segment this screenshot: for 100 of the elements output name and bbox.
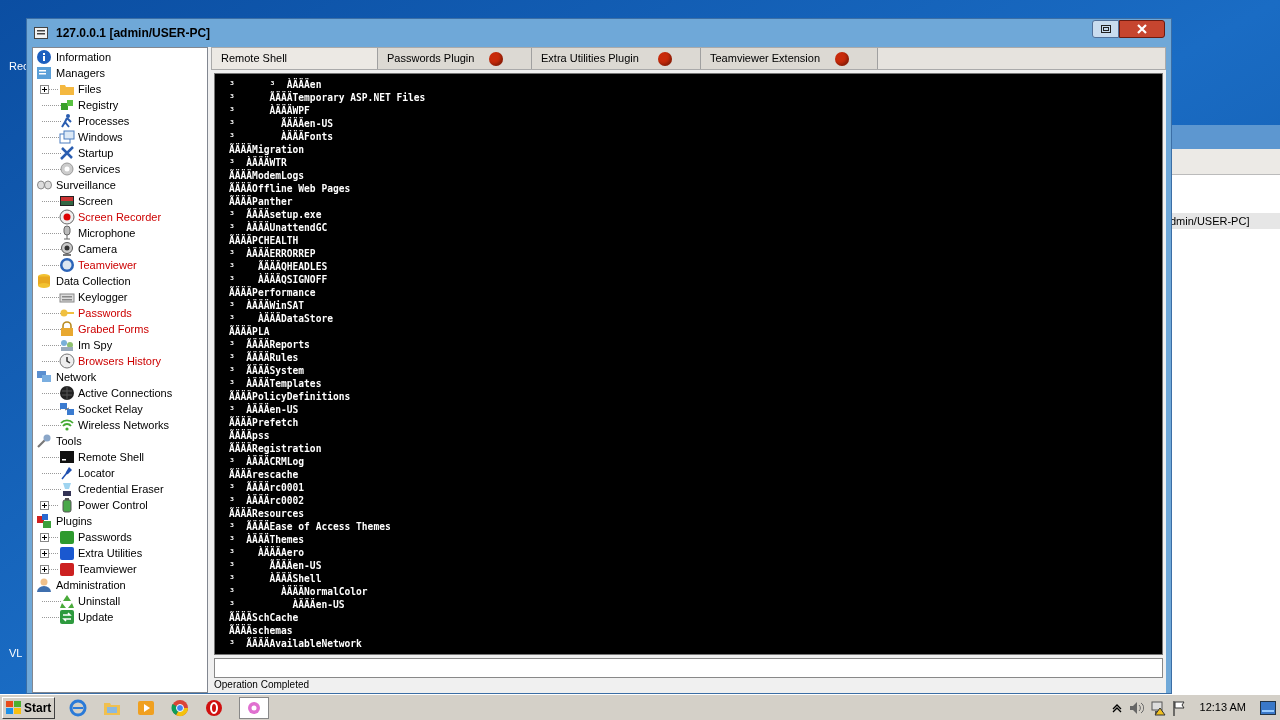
console-line: ÃÄÄÄOffline Web Pages bbox=[229, 182, 352, 195]
tree-item[interactable]: Microphone bbox=[78, 224, 136, 242]
tree-item[interactable]: Active Connections bbox=[78, 384, 173, 402]
expand-icon[interactable] bbox=[40, 84, 49, 94]
tree-item[interactable]: Passwords bbox=[78, 304, 132, 322]
eyes-icon bbox=[36, 177, 52, 193]
tree-item[interactable]: Files bbox=[78, 80, 102, 98]
tree-item[interactable]: Processes bbox=[78, 112, 130, 130]
chrome-icon[interactable] bbox=[171, 698, 190, 717]
console-line: ÃÄÄÄschemas bbox=[229, 624, 294, 637]
console-line: ³ ³ ÀÄÄÄen bbox=[229, 78, 323, 91]
tree-item[interactable]: Grabed Forms bbox=[78, 320, 149, 338]
opera-icon[interactable] bbox=[205, 698, 224, 717]
console-line: ³ ÃÄÄÄEase of Access Themes bbox=[229, 520, 392, 533]
tab[interactable]: Teamviewer Extension bbox=[701, 48, 878, 69]
tree-item[interactable]: Camera bbox=[78, 240, 118, 258]
clock-icon bbox=[59, 353, 75, 369]
close-button[interactable] bbox=[1119, 20, 1165, 38]
expand-icon[interactable] bbox=[40, 532, 49, 542]
taskbar-app-button[interactable] bbox=[239, 696, 270, 719]
expand-icon[interactable] bbox=[40, 548, 49, 558]
tree-item[interactable]: Keylogger bbox=[78, 288, 128, 306]
console-line: ³ ÀÄÄÄDataStore bbox=[229, 312, 334, 325]
console-line: ³ ÃÄÄÄsetup.exe bbox=[229, 208, 323, 221]
update-icon bbox=[59, 609, 75, 625]
console-line: ÃÄÄÄpss bbox=[229, 429, 271, 442]
tab[interactable]: Remote Shell bbox=[212, 48, 378, 69]
restore-button[interactable] bbox=[1092, 20, 1119, 38]
tree-item[interactable]: Windows bbox=[78, 128, 123, 146]
network-warning-icon[interactable] bbox=[1149, 699, 1166, 716]
tree-item[interactable]: Browsers History bbox=[78, 352, 162, 370]
clock[interactable]: 12:13 AM bbox=[1199, 699, 1246, 716]
tree-item[interactable]: Update bbox=[78, 608, 114, 626]
tree-item[interactable]: Remote Shell bbox=[78, 448, 145, 466]
tree-item[interactable]: Socket Relay bbox=[78, 400, 143, 418]
console-line: ³ ÀÄÄÄCRMLog bbox=[229, 455, 306, 468]
tree-item[interactable]: Locator bbox=[78, 464, 115, 482]
console-line: ³ ÀÄÄÄen-US bbox=[229, 403, 300, 416]
tree-item[interactable]: Credential Eraser bbox=[78, 480, 164, 498]
console-line: ÃÄÄÄPolicyDefinitions bbox=[229, 390, 352, 403]
square-icon bbox=[59, 545, 75, 561]
webcam-icon bbox=[59, 241, 75, 257]
square-icon bbox=[59, 561, 75, 577]
wifi-icon bbox=[59, 417, 75, 433]
expand-icon[interactable] bbox=[40, 500, 49, 510]
tree-item[interactable]: Registry bbox=[78, 96, 119, 114]
flag-icon[interactable] bbox=[1171, 699, 1186, 716]
tree-item[interactable]: Power Control bbox=[78, 496, 148, 514]
restore-icon bbox=[1100, 25, 1111, 33]
window-title: 127.0.0.1 [admin/USER-PC] bbox=[56, 25, 211, 42]
record-icon bbox=[59, 209, 75, 225]
command-field[interactable] bbox=[214, 658, 1163, 678]
tree-item[interactable]: Information bbox=[56, 48, 112, 66]
console-line: ³ ÀÄÄÄUnattendGC bbox=[229, 221, 329, 234]
console-line: ³ ÀÄÄÄWPF bbox=[229, 104, 311, 117]
tree-item[interactable]: Screen Recorder bbox=[78, 208, 162, 226]
tree-item[interactable]: Startup bbox=[78, 144, 114, 162]
tree-item[interactable]: Teamviewer bbox=[78, 256, 137, 274]
console-line: ÃÄÄÄPanther bbox=[229, 195, 294, 208]
tree-item[interactable]: Managers bbox=[56, 64, 105, 82]
console-line: ÃÄÄÄPLA bbox=[229, 325, 271, 338]
tree-item[interactable]: Network bbox=[56, 368, 97, 386]
console-line: ³ ÀÄÄÄTemplates bbox=[229, 377, 323, 390]
tree-item[interactable]: Services bbox=[78, 160, 121, 178]
console-line: ÃÄÄÄRegistration bbox=[229, 442, 323, 455]
tree-item[interactable]: Plugins bbox=[56, 512, 93, 530]
tree-item[interactable]: Passwords bbox=[78, 528, 132, 546]
console-line: ³ ÃÄÄÄen-US bbox=[229, 559, 323, 572]
tab[interactable]: Extra Utilities Plugin bbox=[532, 48, 701, 69]
pin-icon bbox=[59, 465, 75, 481]
tree-item[interactable]: Administration bbox=[56, 576, 126, 594]
tab[interactable]: Passwords Plugin bbox=[378, 48, 532, 69]
console-line: ³ ÃÄÄÄReports bbox=[229, 338, 311, 351]
browser-e-icon[interactable] bbox=[69, 698, 88, 717]
tree-item[interactable]: Data Collection bbox=[56, 272, 131, 290]
tree-item[interactable]: Tools bbox=[56, 432, 82, 450]
show-desktop-icon[interactable] bbox=[1260, 700, 1276, 715]
tree-item[interactable]: Im Spy bbox=[78, 336, 113, 354]
window-menu-icon[interactable] bbox=[34, 27, 48, 39]
console-line: ³ ÃÄÄÄQHEADLES bbox=[229, 260, 329, 273]
tree-item[interactable]: Screen bbox=[78, 192, 113, 210]
expand-icon[interactable] bbox=[40, 564, 49, 574]
tree-item[interactable]: Teamviewer bbox=[78, 560, 137, 578]
console-line: ÃÄÄÄModemLogs bbox=[229, 169, 306, 182]
chevron-up-icon[interactable] bbox=[1111, 702, 1122, 713]
start-button[interactable]: Start bbox=[2, 696, 56, 719]
windows-icon bbox=[59, 129, 75, 145]
console-line: ³ ÀÄÄÄAero bbox=[229, 546, 306, 559]
console-line: ³ ÀÄÄÄFonts bbox=[229, 130, 334, 143]
tree-item[interactable]: Wireless Networks bbox=[78, 416, 170, 434]
status-text: Operation Completed bbox=[214, 679, 311, 691]
console-line: ³ ÀÄÄÄERRORREP bbox=[229, 247, 317, 260]
tree-item[interactable]: Surveillance bbox=[56, 176, 116, 194]
console-line: ÃÄÄÄPerformance bbox=[229, 286, 317, 299]
tree-item[interactable]: Extra Utilities bbox=[78, 544, 143, 562]
console-line: ³ ÀÄÄÄrc0002 bbox=[229, 494, 306, 507]
windows-logo-icon bbox=[6, 700, 22, 715]
user-icon bbox=[36, 577, 52, 593]
console-line: ³ ÃÄÄÄRules bbox=[229, 351, 300, 364]
tree-item[interactable]: Uninstall bbox=[78, 592, 121, 610]
